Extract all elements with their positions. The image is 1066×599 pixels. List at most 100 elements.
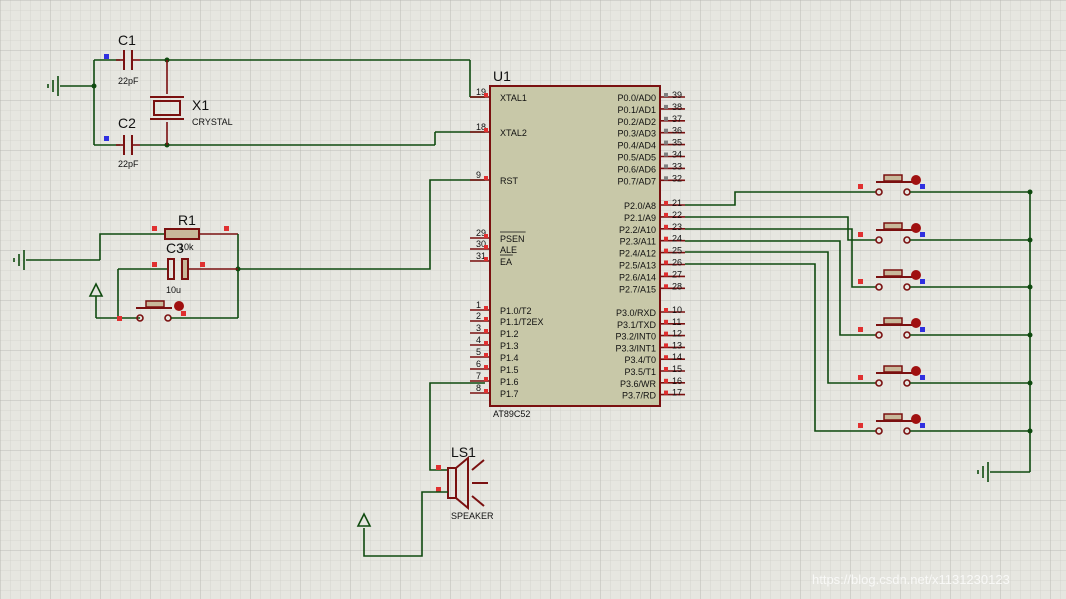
pin-label: P3.2/INT0 xyxy=(615,332,656,342)
pin-marker xyxy=(484,176,488,180)
pin-label: P2.4/A12 xyxy=(619,249,656,259)
pin-label: P2.5/A13 xyxy=(619,261,656,271)
pin-label: XTAL2 xyxy=(500,128,527,138)
pin-marker xyxy=(484,341,488,345)
pin-label: P1.6 xyxy=(500,377,519,387)
pin-number: 38 xyxy=(672,102,682,112)
pin-label: P2.3/A11 xyxy=(620,237,656,247)
pin-marker xyxy=(664,343,668,348)
pin-marker xyxy=(664,212,668,217)
c1-value: 22pF xyxy=(118,76,139,86)
pin-marker xyxy=(664,152,668,157)
pin-marker xyxy=(664,260,668,265)
pin-label: XTAL1 xyxy=(500,93,527,103)
pin-label: P3.3/INT1 xyxy=(615,343,656,353)
pin-number: 12 xyxy=(672,329,682,339)
pin-number: 39 xyxy=(672,90,682,100)
pin-marker xyxy=(664,176,668,181)
r1-ref: R1 xyxy=(178,212,196,228)
pin-marker xyxy=(664,355,668,360)
schematic-canvas[interactable]: C1 22pF C2 22pF X1 CRYSTAL R1 10k C3 10u… xyxy=(0,0,1066,599)
pin-label: P0.4/AD4 xyxy=(617,141,656,151)
pin-marker xyxy=(664,331,668,336)
pin-number: 7 xyxy=(476,371,481,381)
pin-number: 33 xyxy=(672,161,682,171)
pin-label: P0.5/AD5 xyxy=(617,153,656,163)
pin-marker xyxy=(664,284,668,289)
pin-label: P1.3 xyxy=(500,341,519,351)
pin-number: 4 xyxy=(476,335,481,345)
pin-number: 15 xyxy=(672,364,682,374)
pin-number: 5 xyxy=(476,347,481,357)
pin-marker xyxy=(484,365,488,369)
pin-label: P1.5 xyxy=(500,365,519,375)
pin-number: 3 xyxy=(476,323,481,333)
pin-number: 6 xyxy=(476,359,481,369)
pin-label: P0.1/AD1 xyxy=(617,105,656,115)
pin-label: P3.6/WR xyxy=(620,379,657,389)
pin-label: P3.5/T1 xyxy=(624,367,656,377)
pin-number: 28 xyxy=(672,281,682,291)
pin-marker xyxy=(484,257,488,261)
pin-number: 13 xyxy=(672,340,682,350)
c3-value: 10u xyxy=(166,285,181,295)
pin-marker xyxy=(664,319,668,324)
chip-ref: U1 xyxy=(493,68,511,84)
pin-label: P2.0/A8 xyxy=(624,201,656,211)
pin-marker xyxy=(664,140,668,145)
watermark: https://blog.csdn.net/x1131230123 xyxy=(812,572,1010,587)
pin-marker xyxy=(664,308,668,312)
pin-number: 8 xyxy=(476,383,481,393)
pin-label: P1.1/T2EX xyxy=(500,317,544,327)
pin-label: P3.7/RD xyxy=(622,391,657,401)
pin-marker xyxy=(664,236,668,241)
pin-label: P2.6/A14 xyxy=(619,272,656,282)
pin-number: 27 xyxy=(672,269,682,279)
c2-value: 22pF xyxy=(118,159,139,169)
pin-number: 25 xyxy=(672,246,682,256)
pin-marker xyxy=(664,104,668,109)
pin-label: P3.4/T0 xyxy=(624,355,656,365)
pin-marker xyxy=(664,390,668,395)
pin-number: 23 xyxy=(672,222,682,232)
pin-marker xyxy=(664,367,668,371)
chip-part: AT89C52 xyxy=(493,409,530,419)
pin-marker xyxy=(664,378,668,383)
c3-ref: C3 xyxy=(166,240,184,256)
pin-label: P1.4 xyxy=(500,353,519,363)
pin-number: 26 xyxy=(672,258,682,268)
pin-label: P2.7/A15 xyxy=(619,284,656,294)
pin-marker xyxy=(664,272,668,277)
pin-number: 22 xyxy=(672,210,682,220)
pin-number: 24 xyxy=(672,234,682,244)
pin-number: 10 xyxy=(672,305,682,315)
pin-number: 9 xyxy=(476,170,481,180)
pin-label: P1.0/T2 xyxy=(500,306,532,316)
pin-number: 34 xyxy=(672,150,682,160)
pin-label: P0.3/AD3 xyxy=(617,129,656,139)
pin-number: 36 xyxy=(672,126,682,136)
pin-marker xyxy=(664,93,668,97)
pin-marker xyxy=(664,248,668,253)
pin-number: 14 xyxy=(672,352,682,362)
pin-label: PSEN xyxy=(500,234,525,244)
pin-label: P3.0/RXD xyxy=(616,308,657,318)
x1-value: CRYSTAL xyxy=(192,117,233,127)
pin-marker xyxy=(484,245,488,249)
ls1-ref: LS1 xyxy=(451,444,476,460)
pin-marker xyxy=(664,164,668,169)
pin-label: P3.1/TXD xyxy=(617,320,657,330)
pin-marker xyxy=(664,116,668,121)
pin-label: EA xyxy=(500,257,512,267)
chip-u1[interactable]: U1 AT89C52 19XTAL118XTAL29RST29PSEN30ALE… xyxy=(470,68,685,419)
pin-marker xyxy=(484,306,488,310)
pin-label: P2.1/A9 xyxy=(624,213,656,223)
pin-number: 21 xyxy=(672,198,682,208)
pin-number: 16 xyxy=(672,376,682,386)
c1-ref: C1 xyxy=(118,32,136,48)
pin-marker xyxy=(664,128,668,133)
pin-marker xyxy=(484,317,488,321)
pin-label: P0.6/AD6 xyxy=(617,164,656,174)
pin-marker xyxy=(484,93,488,97)
pin-label: ALE xyxy=(500,245,517,255)
